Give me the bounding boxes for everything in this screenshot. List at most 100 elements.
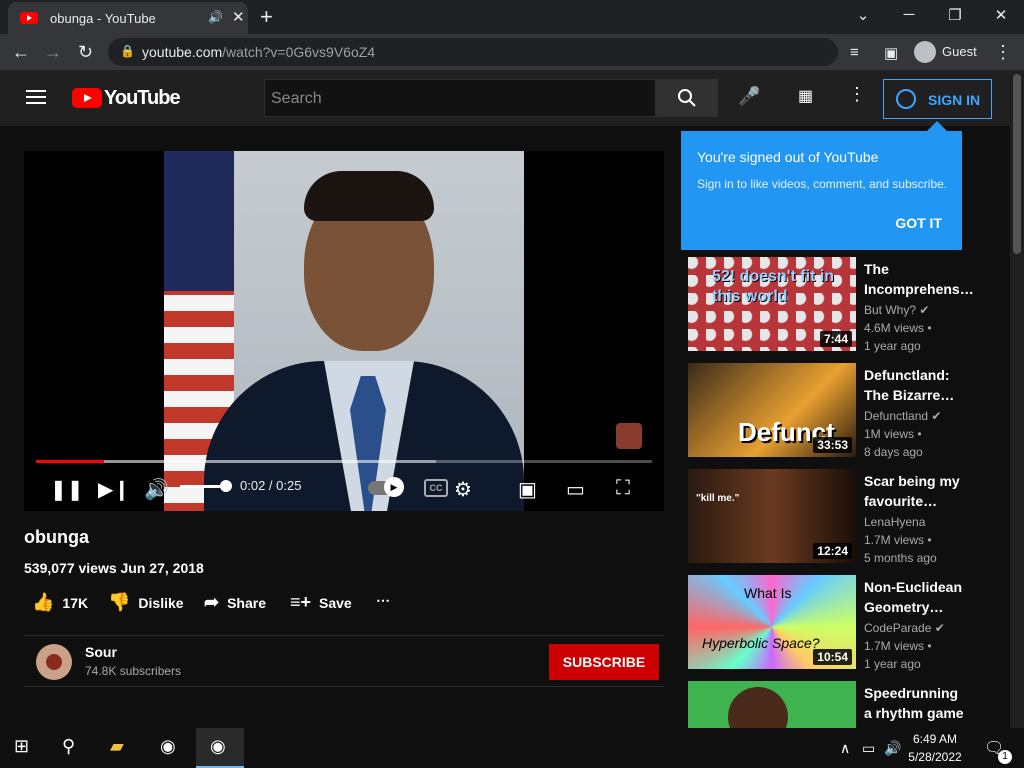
sign-in-label: SIGN IN bbox=[928, 92, 981, 108]
share-icon: ➦ bbox=[204, 592, 220, 612]
search-icon[interactable]: ⚲ bbox=[62, 736, 75, 757]
recommendation-title[interactable]: Scar being my favourite… bbox=[864, 471, 968, 511]
close-window-button[interactable]: ✕ bbox=[986, 6, 1016, 24]
more-options-icon[interactable]: ⋮ bbox=[848, 84, 866, 105]
thumbnail-caption: "kill me." bbox=[696, 493, 740, 504]
recommendation-item[interactable]: 52! doesn't fit in this world 7:44 The I… bbox=[688, 257, 974, 355]
network-icon[interactable]: ▭ bbox=[862, 740, 875, 757]
url-path: /watch?v=0G6vs9V6oZ4 bbox=[222, 44, 376, 60]
recommendation-channel-name: Defunctland bbox=[864, 409, 929, 423]
scrollbar-thumb[interactable] bbox=[1013, 74, 1021, 254]
new-tab-button[interactable]: + bbox=[260, 4, 273, 30]
browser-tab[interactable]: obunga - YouTube 🔊 ✕ bbox=[8, 2, 248, 34]
volume-icon[interactable]: 🔊 bbox=[144, 477, 169, 502]
progress-bar[interactable] bbox=[36, 460, 652, 463]
channel-row: Sour 74.8K subscribers SUBSCRIBE bbox=[24, 635, 664, 687]
fullscreen-icon[interactable]: ⛶ bbox=[616, 477, 630, 500]
minimize-button[interactable]: ─ bbox=[894, 6, 924, 23]
windows-start-icon[interactable]: ⊞ bbox=[14, 736, 29, 757]
autoplay-toggle[interactable] bbox=[368, 477, 404, 497]
sign-in-button[interactable]: SIGN IN bbox=[883, 79, 992, 119]
channel-watermark-icon[interactable] bbox=[616, 423, 642, 449]
recommendation-channel[interactable]: Defunctland ✔ bbox=[864, 409, 941, 423]
maximize-button[interactable]: ❐ bbox=[940, 6, 970, 24]
youtube-logo-icon[interactable] bbox=[72, 88, 102, 108]
hair-shape bbox=[304, 171, 434, 221]
recommendation-channel[interactable]: But Why? ✔ bbox=[864, 303, 929, 317]
settings-gear-icon[interactable]: ⚙ bbox=[454, 477, 472, 502]
tab-close-icon[interactable]: ✕ bbox=[232, 8, 245, 26]
reload-icon[interactable]: ↻ bbox=[78, 42, 93, 63]
channel-avatar[interactable] bbox=[36, 644, 72, 680]
recommendation-thumbnail[interactable]: "kill me." 12:24 bbox=[688, 469, 856, 563]
more-actions-icon[interactable]: ⋯ bbox=[376, 592, 390, 609]
youtube-wordmark[interactable]: YouTube bbox=[104, 87, 181, 110]
file-explorer-icon[interactable]: ▰ bbox=[110, 736, 124, 757]
next-icon[interactable]: ▶❙ bbox=[98, 477, 130, 502]
recommendation-thumbnail[interactable]: Defunct 33:53 bbox=[688, 363, 856, 457]
guest-avatar-icon[interactable] bbox=[914, 41, 936, 63]
recommendation-thumbnail[interactable]: What Is Hyperbolic Space? 10:54 bbox=[688, 575, 856, 669]
search-input[interactable]: Search bbox=[264, 79, 656, 117]
browser-menu-icon[interactable]: ⋮ bbox=[994, 42, 1012, 63]
dislike-button[interactable]: 👎 Dislike bbox=[108, 592, 184, 613]
recommendation-thumbnail[interactable] bbox=[688, 681, 856, 728]
browser-toolbar: ← → ↻ 🔒 youtube.com/watch?v=0G6vs9V6oZ4 … bbox=[0, 34, 1024, 70]
recommendation-item[interactable]: What Is Hyperbolic Space? 10:54 Non-Eucl… bbox=[688, 575, 968, 673]
played-bar bbox=[36, 460, 104, 463]
recommendation-title[interactable]: The Incomprehens… bbox=[864, 259, 974, 299]
recommendation-title[interactable]: Non-Euclidean Geometry… bbox=[864, 577, 968, 617]
video-player[interactable]: ❚❚ ▶❙ 🔊 ⚙ ▣ ▭ ⛶ 0:02 / 0:25 CC bbox=[24, 151, 664, 511]
thumbs-up-icon: 👍 bbox=[32, 592, 55, 612]
recommendation-item[interactable]: "kill me." 12:24 Scar being my favourite… bbox=[688, 469, 968, 567]
recommendation-channel[interactable]: LenaHyena bbox=[864, 515, 925, 529]
like-button[interactable]: 👍 17K bbox=[32, 592, 88, 613]
search-button[interactable] bbox=[656, 79, 718, 117]
profile-label[interactable]: Guest bbox=[942, 44, 977, 59]
thumbnail-caption-2: Hyperbolic Space? bbox=[702, 635, 820, 651]
captions-icon[interactable]: CC bbox=[424, 479, 448, 497]
tooltip-body: Sign in to like videos, comment, and sub… bbox=[697, 177, 948, 191]
save-label: Save bbox=[319, 595, 352, 611]
share-button[interactable]: ➦ Share bbox=[204, 592, 266, 613]
got-it-button[interactable]: GOT IT bbox=[895, 215, 942, 231]
save-button[interactable]: ≡+ Save bbox=[290, 592, 352, 613]
chrome-active-icon[interactable]: ◉ bbox=[196, 728, 244, 768]
back-arrow-icon[interactable]: ← bbox=[12, 42, 30, 63]
subscribe-button[interactable]: SUBSCRIBE bbox=[549, 644, 659, 680]
tab-search-chevron-icon[interactable]: ⌄ bbox=[848, 6, 878, 24]
pause-icon[interactable]: ❚❚ bbox=[50, 477, 84, 502]
url-host: youtube.com bbox=[142, 44, 223, 60]
recommendation-item[interactable]: Speedrunning a rhythm game i… bbox=[688, 681, 968, 728]
speaker-icon[interactable]: 🔊 bbox=[884, 740, 901, 757]
apps-grid-icon[interactable]: ▦ bbox=[798, 86, 813, 106]
recommendation-thumbnail[interactable]: 52! doesn't fit in this world 7:44 bbox=[688, 257, 856, 351]
miniplayer-icon[interactable]: ▣ bbox=[518, 477, 537, 502]
page-scrollbar[interactable] bbox=[1010, 70, 1024, 728]
tab-audio-icon[interactable]: 🔊 bbox=[208, 10, 223, 24]
account-icon bbox=[896, 89, 916, 109]
recommendation-title[interactable]: Defunctland: The Bizarre… bbox=[864, 365, 968, 405]
media-control-icon[interactable]: ≡ bbox=[850, 44, 859, 61]
hamburger-menu-icon[interactable] bbox=[26, 90, 46, 104]
lock-icon[interactable]: 🔒 bbox=[120, 44, 135, 58]
recommendation-item[interactable]: Defunct 33:53 Defunctland: The Bizarre… … bbox=[688, 363, 968, 461]
tray-chevron-icon[interactable]: ∧ bbox=[840, 740, 850, 757]
theater-mode-icon[interactable]: ▭ bbox=[566, 477, 585, 502]
recommendation-channel[interactable]: CodeParade ✔ bbox=[864, 621, 945, 635]
volume-knob[interactable] bbox=[220, 480, 232, 492]
channel-name[interactable]: Sour bbox=[85, 644, 117, 660]
recommendation-views: 1.7M views • bbox=[864, 639, 932, 653]
search-placeholder: Search bbox=[271, 90, 322, 107]
clock-date[interactable]: 5/28/2022 bbox=[900, 750, 970, 764]
recommendation-age: 1 year ago bbox=[864, 339, 921, 353]
forward-arrow-icon[interactable]: → bbox=[44, 42, 62, 63]
thumbs-down-icon: 👎 bbox=[108, 592, 131, 612]
side-panel-icon[interactable]: ▣ bbox=[884, 44, 898, 62]
address-bar[interactable]: 🔒 youtube.com/watch?v=0G6vs9V6oZ4 bbox=[108, 38, 838, 66]
clock-time[interactable]: 6:49 AM bbox=[900, 732, 970, 746]
like-count: 17K bbox=[62, 595, 89, 611]
chrome-icon[interactable]: ◉ bbox=[160, 736, 176, 757]
recommendation-title[interactable]: Speedrunning a rhythm game i… bbox=[864, 683, 968, 728]
microphone-icon[interactable]: 🎤 bbox=[738, 86, 760, 107]
